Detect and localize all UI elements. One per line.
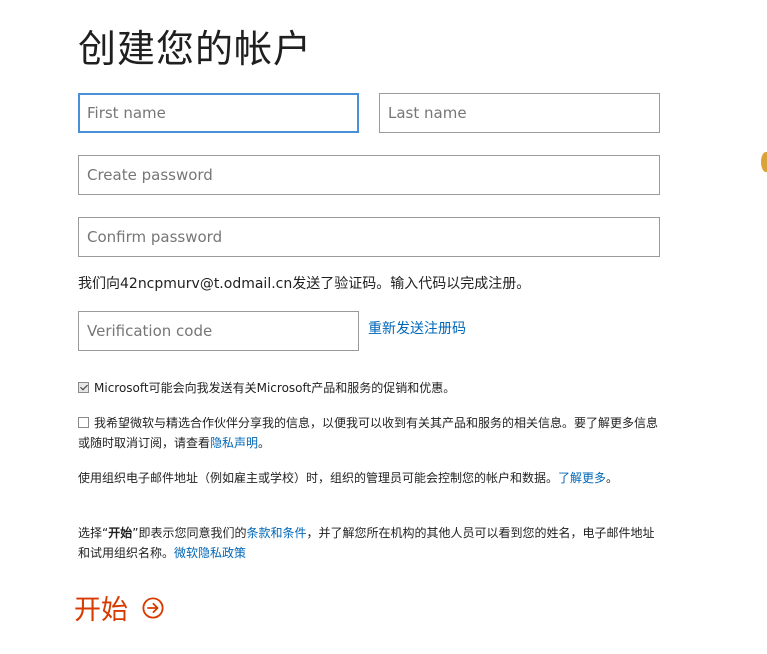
privacy-statement-link[interactable]: 隐私声明 bbox=[210, 436, 258, 450]
partner-share-label-end: 。 bbox=[258, 436, 271, 450]
last-name-input[interactable] bbox=[379, 93, 660, 133]
promo-consent-checkbox[interactable] bbox=[78, 382, 89, 393]
resend-code-link[interactable]: 重新发送注册码 bbox=[368, 318, 466, 338]
terms-notice-text: 选择“开始”即表示您同意我们的条款和条件，并了解您所在机构的其他人员可以看到您的… bbox=[78, 523, 664, 563]
page-title: 创建您的帐户 bbox=[78, 27, 313, 71]
partner-share-checkbox[interactable] bbox=[78, 417, 89, 428]
terms-start-bold: 开始 bbox=[108, 526, 133, 540]
first-name-input[interactable] bbox=[78, 93, 359, 133]
microsoft-privacy-policy-link[interactable]: 微软隐私政策 bbox=[174, 546, 246, 560]
learn-more-link[interactable]: 了解更多 bbox=[558, 471, 606, 485]
terms-mid: ”即表示您同意我们的 bbox=[132, 526, 247, 540]
org-notice-text: 使用组织电子邮件地址（例如雇主或学校）时，组织的管理员可能会控制您的帐户和数据。… bbox=[78, 468, 658, 488]
decorative-edge-shape bbox=[761, 152, 767, 172]
promo-consent-row: Microsoft可能会向我发送有关Microsoft产品和服务的促销和优惠。 bbox=[78, 378, 668, 398]
org-notice-body: 使用组织电子邮件地址（例如雇主或学校）时，组织的管理员可能会控制您的帐户和数据。 bbox=[78, 471, 559, 485]
arrow-circle-right-icon bbox=[142, 596, 164, 619]
terms-and-conditions-link[interactable]: 条款和条件 bbox=[246, 526, 306, 540]
start-button-label: 开始 bbox=[74, 595, 128, 626]
partner-share-label: 我希望微软与精选合作伙伴分享我的信息，以便我可以收到有关其产品和服务的相关信息。… bbox=[78, 416, 659, 450]
start-button[interactable]: 开始 bbox=[74, 588, 164, 627]
partner-share-row: 我希望微软与精选合作伙伴分享我的信息，以便我可以收到有关其产品和服务的相关信息。… bbox=[78, 413, 664, 453]
confirm-password-input[interactable] bbox=[78, 217, 660, 257]
org-notice-end: 。 bbox=[606, 471, 619, 485]
verification-code-input[interactable] bbox=[78, 311, 359, 351]
verification-info-text: 我们向42ncpmurv@t.odmail.cn发送了验证码。输入代码以完成注册… bbox=[78, 276, 531, 292]
terms-prefix: 选择“ bbox=[78, 526, 109, 540]
promo-consent-label: Microsoft可能会向我发送有关Microsoft产品和服务的促销和优惠。 bbox=[94, 381, 456, 395]
create-password-input[interactable] bbox=[78, 155, 660, 195]
